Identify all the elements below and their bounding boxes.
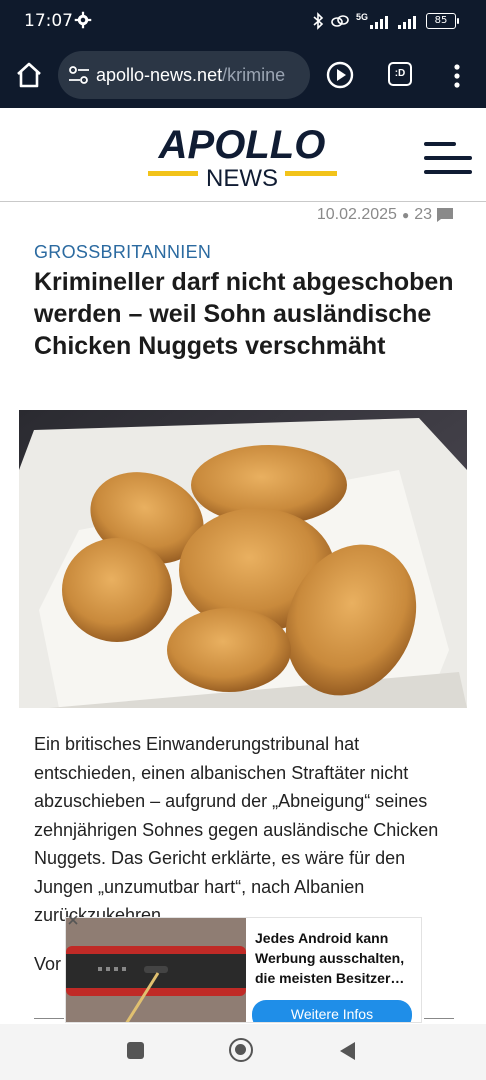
article-headline: Krimineller darf nicht abgeschoben werde…: [34, 268, 454, 360]
address-bar[interactable]: apollo-news.net/krimine: [58, 51, 310, 99]
tabs-button[interactable]: :D: [388, 62, 412, 86]
ad-phone-image: [66, 918, 246, 1022]
play-icon[interactable]: [326, 61, 354, 89]
battery-icon: 85: [426, 13, 459, 29]
logo-top-text: APOLLO: [158, 123, 326, 167]
network-type-label: 5G: [355, 12, 368, 22]
comment-count[interactable]: 23: [414, 206, 432, 224]
article-date: 10.02.2025: [316, 206, 397, 223]
ad-more-info-button[interactable]: Weitere Infos: [252, 1000, 412, 1022]
divider-left: [34, 1018, 64, 1019]
apollo-news-logo[interactable]: APOLLO NEWS: [140, 122, 345, 192]
divider-right: [424, 1018, 454, 1019]
hotspot-link-icon: [331, 15, 349, 27]
signal-strength-icon: [370, 16, 388, 29]
article-category[interactable]: GROSSBRITANNIEN: [34, 242, 211, 263]
logo-bar-left: [148, 171, 198, 176]
article-body: Ein britisches Einwanderungstribunal hat…: [34, 734, 439, 925]
advertisement-banner[interactable]: Jedes Android kann Werbung ausschalten, …: [65, 917, 422, 1023]
bluetooth-icon: [313, 12, 324, 30]
browser-toolbar: apollo-news.net/krimine :D: [0, 44, 486, 108]
site-header: APOLLO NEWS: [0, 108, 486, 202]
site-settings-icon[interactable]: [68, 65, 90, 85]
recent-apps-icon[interactable]: [127, 1042, 144, 1059]
ad-close-icon[interactable]: [66, 913, 80, 927]
article-meta: 10.02.2025 ● 23: [317, 206, 454, 224]
logo-bar-right: [285, 171, 337, 176]
home-icon[interactable]: [14, 60, 44, 90]
signal-strength-2-icon: [398, 16, 416, 29]
url-domain: apollo-news.net: [96, 65, 223, 85]
back-triangle-icon[interactable]: [337, 1040, 357, 1062]
more-options-icon[interactable]: [448, 62, 466, 90]
status-icons: 5G 85: [312, 12, 459, 30]
article-hero-image: [19, 410, 467, 708]
ad-text: Jedes Android kann Werbung ausschalten, …: [255, 930, 405, 986]
system-navigation-bar: [0, 1024, 486, 1080]
status-bar: 17:07 5G 85: [0, 0, 486, 44]
url-path: /krimine: [222, 65, 286, 85]
logo-bottom-text: NEWS: [206, 165, 278, 192]
meta-separator: ●: [401, 208, 410, 222]
status-time: 17:07: [24, 11, 73, 31]
comment-icon[interactable]: [436, 207, 454, 223]
home-circle-icon[interactable]: [229, 1038, 253, 1062]
settings-gear-icon: [74, 11, 92, 29]
hamburger-menu-icon[interactable]: [424, 138, 472, 178]
url-text: apollo-news.net/krimine: [96, 65, 285, 86]
